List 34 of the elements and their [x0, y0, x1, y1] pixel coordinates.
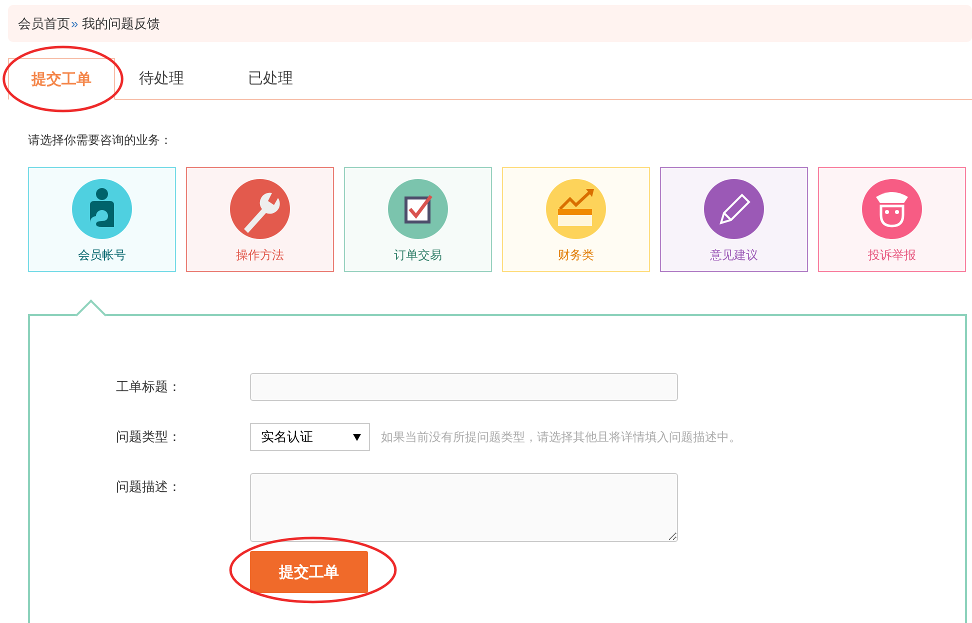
tab[interactable]: 提交工单	[8, 58, 115, 100]
breadcrumb-separator: »	[71, 16, 78, 31]
text-area[interactable]	[250, 473, 678, 542]
field-label: 问题描述：	[116, 478, 182, 496]
pencil-icon	[704, 179, 764, 239]
checkbox-icon	[388, 179, 448, 239]
money-chart-icon	[546, 179, 606, 239]
field-label: 工单标题：	[116, 378, 182, 396]
person-icon	[72, 179, 132, 239]
category-card[interactable]: 投诉举报	[818, 167, 966, 272]
breadcrumb-link[interactable]: 会员首页	[18, 14, 70, 32]
category-card[interactable]: 订单交易	[344, 167, 492, 272]
input-field[interactable]	[250, 373, 678, 401]
submit-button[interactable]: 提交工单	[250, 551, 368, 593]
hint-text: 如果当前没有所提问题类型，请选择其他且将详情填入问题描述中。	[381, 429, 741, 446]
prompt-text: 请选择你需要咨询的业务：	[28, 132, 173, 149]
category-card[interactable]: 会员帐号	[28, 167, 176, 272]
tab[interactable]: 已处理	[224, 58, 333, 99]
category-label: 会员帐号	[78, 247, 126, 264]
category-label: 订单交易	[394, 247, 442, 264]
caret-icon	[353, 434, 361, 440]
category-label: 财务类	[558, 247, 594, 264]
category-card[interactable]: 操作方法	[186, 167, 334, 272]
officer-icon	[862, 179, 922, 239]
wrench-icon	[230, 179, 290, 239]
category-label: 操作方法	[236, 247, 284, 264]
tab[interactable]: 待处理	[115, 58, 224, 99]
category-label: 投诉举报	[868, 247, 916, 264]
category-card[interactable]: 意见建议	[660, 167, 808, 272]
category-card[interactable]: 财务类	[502, 167, 650, 272]
breadcrumb-current: 我的问题反馈	[82, 14, 160, 32]
field-label: 问题类型：	[116, 428, 182, 446]
category-label: 意见建议	[710, 247, 758, 264]
dropdown[interactable]: 实名认证	[250, 423, 370, 451]
